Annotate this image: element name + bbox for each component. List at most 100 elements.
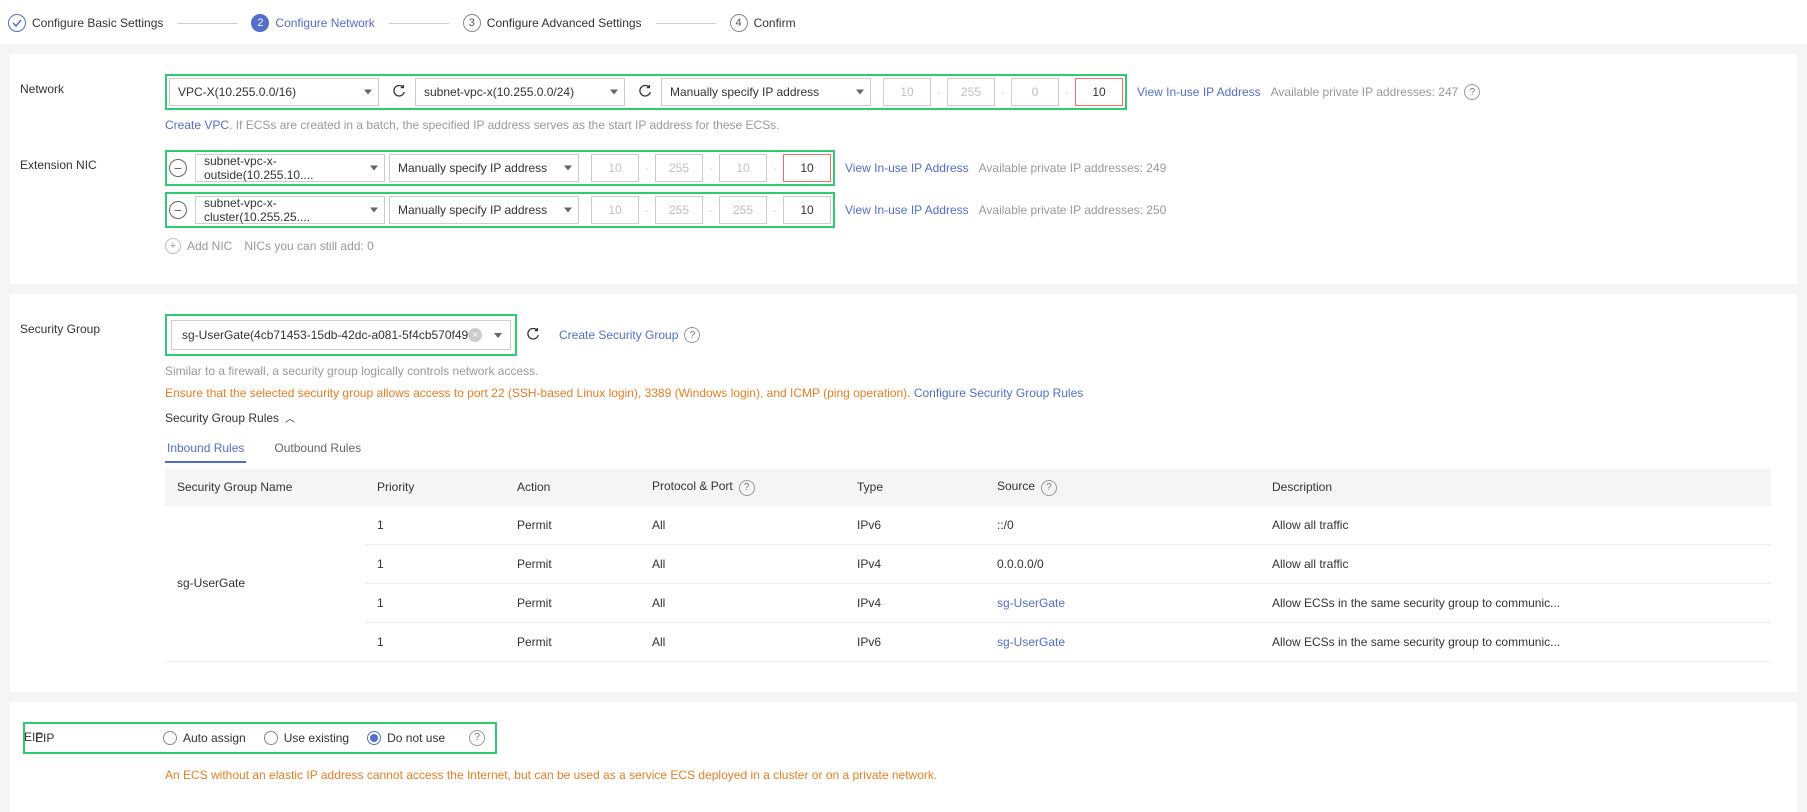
cell-source: 0.0.0.0/0 bbox=[985, 544, 1260, 583]
refresh-icon[interactable] bbox=[525, 327, 541, 343]
available-ip-count: Available private IP addresses: 249 bbox=[979, 161, 1167, 175]
source-link[interactable]: sg-UserGate bbox=[997, 635, 1065, 649]
view-in-use-ip-link[interactable]: View In-use IP Address bbox=[845, 161, 969, 175]
dot-separator: · bbox=[773, 161, 777, 175]
vpc-select[interactable]: VPC-X(10.255.0.0/16) bbox=[169, 78, 379, 106]
source-link[interactable]: sg-UserGate bbox=[997, 596, 1065, 610]
chevron-down-icon bbox=[494, 333, 502, 338]
eip-label-inner: EIP bbox=[35, 731, 163, 745]
cell-priority: 1 bbox=[365, 622, 505, 661]
ip-octet-4-input[interactable]: 10 bbox=[1075, 78, 1123, 106]
ip-octet-3: 10 bbox=[719, 154, 767, 182]
create-security-group-link[interactable]: Create Security Group bbox=[559, 328, 678, 342]
subnet-select-value: subnet-vpc-x(10.255.0.0/24) bbox=[424, 85, 574, 99]
subnet-select[interactable]: subnet-vpc-x(10.255.0.0/24) bbox=[415, 78, 625, 106]
col-source: Source? bbox=[985, 469, 1260, 506]
chevron-down-icon bbox=[370, 208, 378, 213]
col-priority: Priority bbox=[365, 469, 505, 506]
radio-icon bbox=[264, 731, 278, 745]
cell-source: ::/0 bbox=[985, 506, 1260, 545]
step-separator bbox=[389, 23, 449, 24]
highlight-box: − subnet-vpc-x-outside(10.255.10.... Man… bbox=[165, 150, 835, 186]
add-nic-button[interactable]: Add NIC bbox=[187, 239, 232, 253]
step-1[interactable]: Configure Basic Settings bbox=[8, 14, 163, 32]
eip-option-auto[interactable]: Auto assign bbox=[163, 731, 246, 745]
help-icon[interactable]: ? bbox=[469, 730, 485, 746]
highlight-box: EIP Auto assign Use existing Do not use bbox=[23, 722, 497, 754]
sg-rules-title: Security Group Rules bbox=[165, 411, 279, 425]
eip-option-none[interactable]: Do not use bbox=[367, 731, 445, 745]
ip-octet-1: 10 bbox=[591, 196, 639, 224]
cell-protocol-port: All bbox=[640, 583, 845, 622]
step-3[interactable]: 3 Configure Advanced Settings bbox=[463, 14, 642, 32]
dot-separator: · bbox=[1001, 85, 1005, 99]
vpc-select-value: VPC-X(10.255.0.0/16) bbox=[178, 85, 296, 99]
sg-rules-toggle[interactable]: Security Group Rules ︿ bbox=[165, 410, 1787, 425]
ip-octet-4-input[interactable]: 10 bbox=[783, 196, 831, 224]
configure-sg-rules-link[interactable]: Configure Security Group Rules bbox=[914, 386, 1083, 400]
create-vpc-link[interactable]: Create VPC bbox=[165, 118, 229, 132]
nic-subnet-select[interactable]: subnet-vpc-x-cluster(10.255.25.... bbox=[195, 196, 385, 224]
remove-nic-button[interactable]: − bbox=[169, 201, 187, 219]
sg-hint-1: Similar to a firewall, a security group … bbox=[165, 364, 1787, 378]
col-description: Description bbox=[1260, 469, 1771, 506]
chevron-down-icon bbox=[364, 90, 372, 95]
nic-ip-mode-select[interactable]: Manually specify IP address bbox=[389, 196, 579, 224]
tab-inbound[interactable]: Inbound Rules bbox=[165, 435, 246, 463]
dot-separator: · bbox=[709, 161, 713, 175]
chevron-down-icon bbox=[370, 166, 378, 171]
cell-protocol-port: All bbox=[640, 544, 845, 583]
cell-description: Allow ECSs in the same security group to… bbox=[1260, 583, 1771, 622]
help-icon[interactable]: ? bbox=[1464, 84, 1480, 100]
tab-outbound[interactable]: Outbound Rules bbox=[272, 435, 363, 463]
highlight-box: sg-UserGate(4cb71453-15db-42dc-a081-5f4c… bbox=[165, 314, 517, 356]
chevron-down-icon bbox=[564, 166, 572, 171]
step-separator bbox=[656, 23, 716, 24]
refresh-icon[interactable] bbox=[637, 84, 653, 100]
step-4[interactable]: 4 Confirm bbox=[730, 14, 796, 32]
plus-icon: + bbox=[165, 238, 181, 254]
cell-sg-name: sg-UserGate bbox=[165, 506, 365, 662]
cell-description: Allow all traffic bbox=[1260, 544, 1771, 583]
nic-ip-mode-select[interactable]: Manually specify IP address bbox=[389, 154, 579, 182]
ip-octet-2: 255 bbox=[947, 78, 995, 106]
view-in-use-ip-link[interactable]: View In-use IP Address bbox=[845, 203, 969, 217]
cell-action: Permit bbox=[505, 583, 640, 622]
rules-tabs: Inbound Rules Outbound Rules bbox=[165, 435, 1787, 463]
clear-icon[interactable]: × bbox=[468, 328, 482, 342]
wizard-stepper: Configure Basic Settings 2 Configure Net… bbox=[0, 0, 1807, 44]
security-group-select[interactable]: sg-UserGate(4cb71453-15db-42dc-a081-5f4c… bbox=[171, 320, 511, 350]
nic-ip-mode-value: Manually specify IP address bbox=[398, 161, 547, 175]
chevron-up-icon: ︿ bbox=[285, 410, 295, 425]
eip-option-existing[interactable]: Use existing bbox=[264, 731, 349, 745]
network-hint-text: . If ECSs are created in a batch, the sp… bbox=[229, 118, 780, 132]
help-icon[interactable]: ? bbox=[739, 480, 755, 496]
eip-panel: EIP EIP Auto assign Use existing Do not … bbox=[10, 702, 1797, 812]
rules-table: Security Group Name Priority Action Prot… bbox=[165, 469, 1771, 662]
ip-mode-select[interactable]: Manually specify IP address bbox=[661, 78, 871, 106]
help-icon[interactable]: ? bbox=[1041, 480, 1057, 496]
nic-subnet-value: subnet-vpc-x-outside(10.255.10.... bbox=[204, 154, 362, 182]
ip-octet-4-input[interactable]: 10 bbox=[783, 154, 831, 182]
chevron-down-icon bbox=[564, 208, 572, 213]
eip-radio-group: Auto assign Use existing Do not use ? bbox=[163, 730, 485, 746]
nic-subnet-value: subnet-vpc-x-cluster(10.255.25.... bbox=[204, 196, 362, 224]
step-label: Configure Basic Settings bbox=[32, 16, 163, 30]
ip-octet-3: 0 bbox=[1011, 78, 1059, 106]
dot-separator: · bbox=[645, 203, 649, 217]
help-icon[interactable]: ? bbox=[684, 327, 700, 343]
dot-separator: · bbox=[709, 203, 713, 217]
cell-description: Allow all traffic bbox=[1260, 506, 1771, 545]
cell-type: IPv6 bbox=[845, 622, 985, 661]
cell-priority: 1 bbox=[365, 506, 505, 545]
dot-separator: · bbox=[645, 161, 649, 175]
remove-nic-button[interactable]: − bbox=[169, 159, 187, 177]
view-in-use-ip-link[interactable]: View In-use IP Address bbox=[1137, 85, 1261, 99]
available-ip-count: Available private IP addresses: 247 bbox=[1271, 85, 1459, 99]
network-label: Network bbox=[20, 74, 165, 96]
security-group-label: Security Group bbox=[20, 314, 165, 336]
step-2[interactable]: 2 Configure Network bbox=[251, 14, 374, 32]
col-action: Action bbox=[505, 469, 640, 506]
nic-subnet-select[interactable]: subnet-vpc-x-outside(10.255.10.... bbox=[195, 154, 385, 182]
refresh-icon[interactable] bbox=[391, 84, 407, 100]
